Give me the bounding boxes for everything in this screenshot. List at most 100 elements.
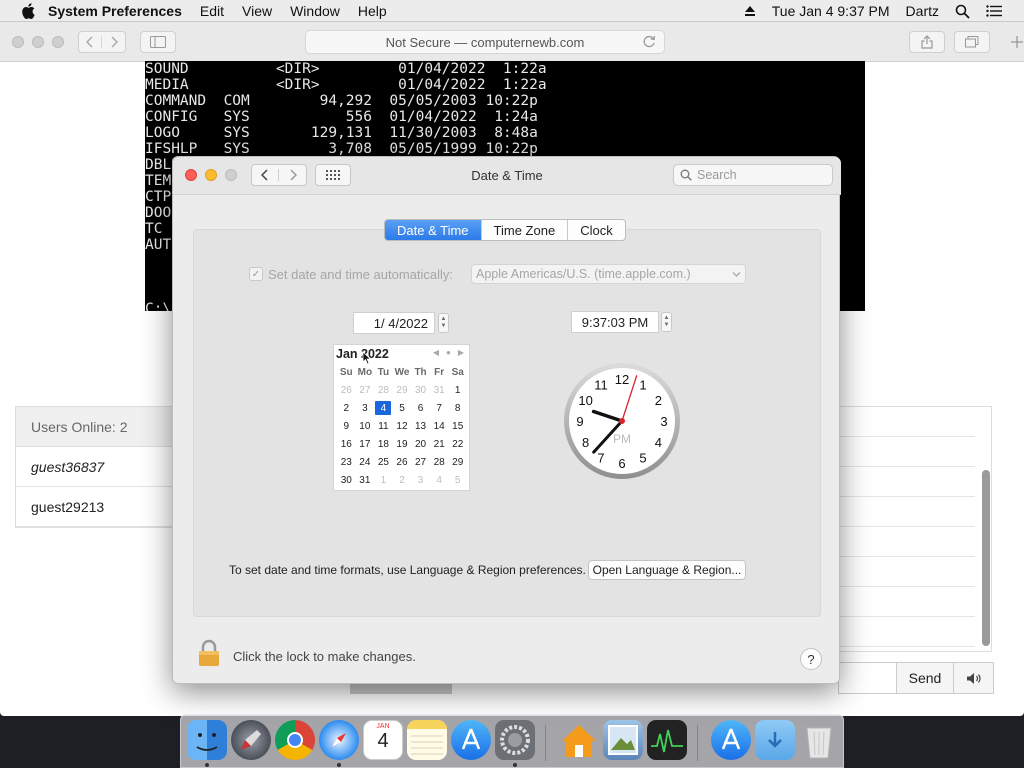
help-button[interactable]: ? bbox=[800, 648, 822, 670]
calendar-day[interactable]: 2 bbox=[337, 399, 356, 417]
menu-app-name[interactable]: System Preferences bbox=[48, 3, 182, 19]
menu-window[interactable]: Window bbox=[290, 3, 340, 19]
calendar-day[interactable]: 3 bbox=[411, 471, 430, 489]
apple-icon[interactable] bbox=[20, 2, 36, 19]
activity-monitor-icon[interactable] bbox=[647, 720, 687, 760]
browser-close-button[interactable] bbox=[12, 36, 24, 48]
date-field[interactable]: 1/ 4/2022 bbox=[353, 312, 435, 334]
calendar-day[interactable]: 4 bbox=[430, 471, 449, 489]
auto-time-checkbox[interactable]: ✓ bbox=[249, 267, 263, 281]
calendar-day[interactable]: 7 bbox=[430, 399, 449, 417]
app-store-icon[interactable] bbox=[451, 720, 491, 760]
calendar-day[interactable]: 1 bbox=[448, 381, 467, 399]
address-bar[interactable]: Not Secure — computernewb.com bbox=[305, 30, 665, 54]
downloads-folder-icon[interactable] bbox=[755, 720, 795, 760]
calendar-day[interactable]: 9 bbox=[337, 417, 356, 435]
preview-icon[interactable] bbox=[603, 720, 643, 760]
menu-view[interactable]: View bbox=[242, 3, 272, 19]
calendar-day[interactable]: 1 bbox=[374, 471, 393, 489]
calendar-app-icon[interactable]: JAN 4 bbox=[363, 720, 403, 760]
calendar-day[interactable]: 23 bbox=[337, 453, 356, 471]
calendar-day[interactable]: 5 bbox=[448, 471, 467, 489]
list-icon[interactable] bbox=[986, 5, 1002, 17]
pref-search-field[interactable]: Search bbox=[673, 164, 833, 186]
speaker-icon[interactable] bbox=[954, 662, 994, 694]
prev-month-icon[interactable]: ◀ bbox=[433, 348, 439, 357]
calendar-day[interactable]: 17 bbox=[356, 435, 375, 453]
calendar-day[interactable]: 25 bbox=[374, 453, 393, 471]
new-tab-icon[interactable] bbox=[1002, 31, 1024, 53]
eject-icon[interactable] bbox=[744, 5, 756, 17]
calendar-day[interactable]: 31 bbox=[430, 381, 449, 399]
calendar-day[interactable]: 8 bbox=[448, 399, 467, 417]
next-month-icon[interactable]: ▶ bbox=[458, 348, 464, 357]
calendar-day[interactable]: 6 bbox=[411, 399, 430, 417]
app-store-downloads-icon[interactable] bbox=[711, 720, 751, 760]
calendar-day[interactable]: 10 bbox=[356, 417, 375, 435]
calendar-day[interactable]: 24 bbox=[356, 453, 375, 471]
chat-scrollbar[interactable] bbox=[982, 470, 990, 646]
menu-edit[interactable]: Edit bbox=[200, 3, 224, 19]
trash-icon[interactable] bbox=[799, 720, 839, 760]
calendar-day[interactable]: 2 bbox=[393, 471, 412, 489]
calendar-day[interactable]: 11 bbox=[374, 417, 393, 435]
safari-icon[interactable] bbox=[319, 720, 359, 760]
time-stepper[interactable]: ▲ ▼ bbox=[661, 312, 672, 332]
system-preferences-icon[interactable] bbox=[495, 720, 535, 760]
chat-input[interactable] bbox=[838, 662, 896, 694]
calendar-day[interactable]: 30 bbox=[411, 381, 430, 399]
user-list-item[interactable]: guest29213 bbox=[16, 487, 174, 527]
lock-icon[interactable] bbox=[197, 639, 221, 667]
calendar-day[interactable]: 27 bbox=[356, 381, 375, 399]
sidebar-toggle-icon[interactable] bbox=[140, 31, 176, 53]
calendar-day[interactable]: 26 bbox=[337, 381, 356, 399]
calendar-day[interactable]: 21 bbox=[430, 435, 449, 453]
browser-zoom-button[interactable] bbox=[52, 36, 64, 48]
user-list-item[interactable]: guest36837 bbox=[16, 447, 174, 487]
calendar-day[interactable]: 30 bbox=[337, 471, 356, 489]
time-server-select[interactable]: Apple Americas/U.S. (time.apple.com.) bbox=[471, 264, 746, 284]
forward-arrow-icon[interactable] bbox=[102, 36, 125, 48]
calendar-day[interactable]: 3 bbox=[356, 399, 375, 417]
calendar-day[interactable]: 20 bbox=[411, 435, 430, 453]
chrome-icon[interactable] bbox=[275, 720, 315, 760]
finder-icon[interactable] bbox=[187, 720, 227, 760]
calendar-day[interactable]: 28 bbox=[430, 453, 449, 471]
share-icon[interactable] bbox=[909, 31, 945, 53]
open-language-region-button[interactable]: Open Language & Region... bbox=[588, 560, 746, 580]
calendar-day[interactable]: 27 bbox=[411, 453, 430, 471]
browser-minimize-button[interactable] bbox=[32, 36, 44, 48]
tabs-overview-icon[interactable] bbox=[954, 31, 990, 53]
back-arrow-icon[interactable] bbox=[79, 36, 103, 48]
calendar-day[interactable]: 29 bbox=[393, 381, 412, 399]
search-icon[interactable] bbox=[955, 4, 970, 19]
launchpad-icon[interactable] bbox=[231, 720, 271, 760]
reload-icon[interactable] bbox=[643, 35, 656, 51]
calendar-day-selected[interactable]: 4 bbox=[374, 399, 393, 417]
tab-date-time[interactable]: Date & Time bbox=[385, 220, 482, 240]
calendar-day[interactable]: 16 bbox=[337, 435, 356, 453]
calendar-day[interactable]: 13 bbox=[411, 417, 430, 435]
calendar-day[interactable]: 18 bbox=[374, 435, 393, 453]
menubar-user[interactable]: Dartz bbox=[906, 3, 939, 19]
send-button[interactable]: Send bbox=[896, 662, 954, 694]
notes-icon[interactable] bbox=[407, 720, 447, 760]
time-field[interactable]: 9:37:03 PM bbox=[571, 311, 659, 333]
home-icon[interactable] bbox=[559, 720, 599, 760]
calendar-day[interactable]: 12 bbox=[393, 417, 412, 435]
menubar-clock[interactable]: Tue Jan 4 9:37 PM bbox=[772, 3, 890, 19]
tab-time-zone[interactable]: Time Zone bbox=[482, 220, 569, 240]
calendar-day[interactable]: 31 bbox=[356, 471, 375, 489]
calendar-day[interactable]: 15 bbox=[448, 417, 467, 435]
calendar-day[interactable]: 19 bbox=[393, 435, 412, 453]
date-stepper[interactable]: ▲ ▼ bbox=[438, 313, 449, 333]
calendar-day[interactable]: 14 bbox=[430, 417, 449, 435]
calendar-day[interactable]: 29 bbox=[448, 453, 467, 471]
menu-help[interactable]: Help bbox=[358, 3, 387, 19]
today-dot-icon[interactable]: ● bbox=[446, 348, 451, 357]
tab-clock[interactable]: Clock bbox=[568, 220, 625, 240]
calendar-day[interactable]: 26 bbox=[393, 453, 412, 471]
calendar-day[interactable]: 5 bbox=[393, 399, 412, 417]
calendar-day[interactable]: 22 bbox=[448, 435, 467, 453]
calendar-day[interactable]: 28 bbox=[374, 381, 393, 399]
